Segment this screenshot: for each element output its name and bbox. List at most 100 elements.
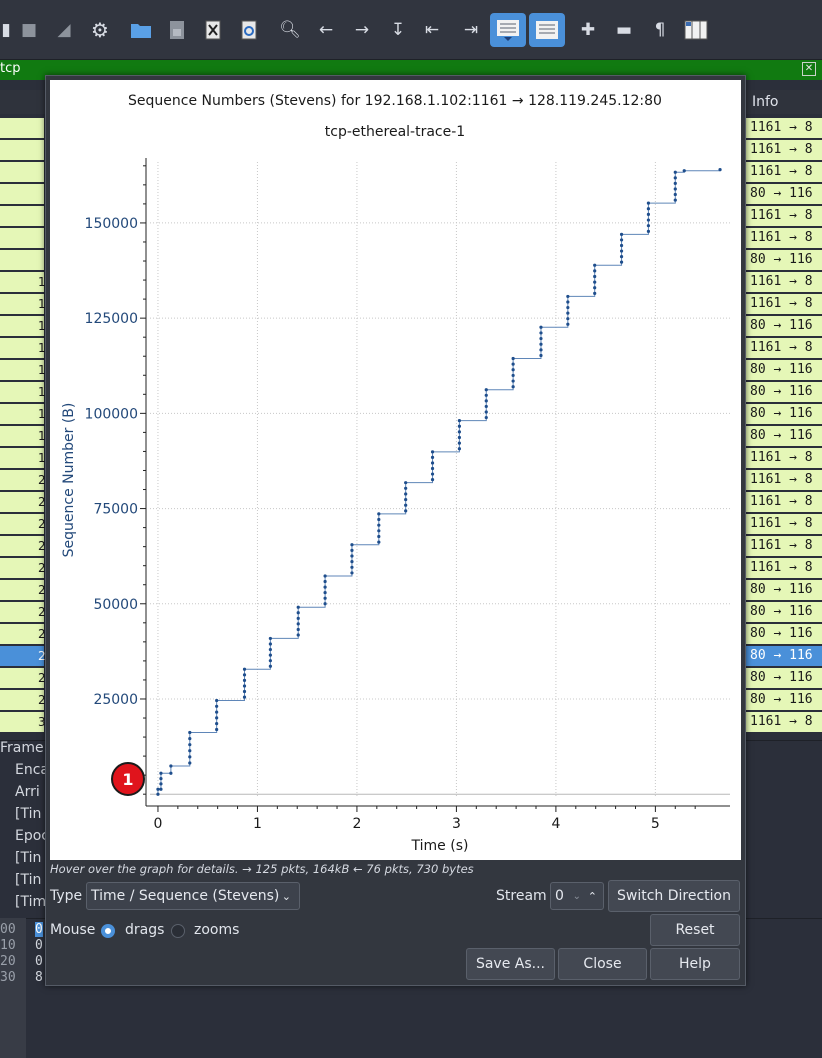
sequence-graph-plot[interactable]: Sequence Numbers (Stevens) for 192.168.1… xyxy=(50,80,741,860)
segment-point[interactable] xyxy=(593,269,597,273)
reload-file-icon[interactable] xyxy=(233,14,265,46)
detail-line[interactable]: Epoc xyxy=(15,828,49,844)
segment-point[interactable] xyxy=(539,353,543,358)
segment-point[interactable] xyxy=(511,356,515,361)
segment-point[interactable] xyxy=(323,579,327,584)
segment-point[interactable] xyxy=(268,647,272,652)
segment-point[interactable] xyxy=(619,249,624,253)
packet-row-info[interactable]: 1161 → 8 xyxy=(746,514,822,534)
last-packet-icon[interactable]: ⇥ xyxy=(455,14,487,46)
detail-line[interactable]: [Tin xyxy=(15,872,41,888)
segment-point[interactable] xyxy=(215,704,219,708)
segment-point[interactable] xyxy=(673,198,677,202)
help-button[interactable]: Help xyxy=(650,948,740,980)
segment-point[interactable] xyxy=(539,325,543,329)
normal-size-icon[interactable]: ¶ xyxy=(644,14,676,46)
segment-point[interactable] xyxy=(593,274,597,279)
stream-spinbox[interactable]: 0 ⌄ ⌃ xyxy=(550,882,604,910)
packet-row-info[interactable]: 1161 → 8 xyxy=(746,492,822,512)
segment-point[interactable] xyxy=(377,523,381,527)
zooms-radio[interactable] xyxy=(171,924,185,938)
segment-point[interactable] xyxy=(156,792,160,796)
segment-point[interactable] xyxy=(159,771,163,775)
segment-point[interactable] xyxy=(673,181,677,186)
segment-point[interactable] xyxy=(169,764,173,768)
segment-point[interactable] xyxy=(593,280,597,284)
segment-point[interactable] xyxy=(242,695,247,699)
segment-point[interactable] xyxy=(323,591,327,595)
go-to-packet-icon[interactable]: ↧ xyxy=(382,14,414,46)
segment-point[interactable] xyxy=(511,379,515,383)
spin-up-icon[interactable]: ⌃ xyxy=(588,890,597,903)
packet-row-info[interactable]: 80 → 116 xyxy=(746,580,822,600)
segment-point[interactable] xyxy=(350,548,354,552)
close-file-icon[interactable] xyxy=(197,14,229,46)
segment-point[interactable] xyxy=(484,404,488,409)
segment-point[interactable] xyxy=(430,472,435,476)
segment-point[interactable] xyxy=(350,543,354,547)
info-column-header[interactable]: Info xyxy=(752,94,779,110)
segment-point[interactable] xyxy=(268,653,272,657)
segment-point[interactable] xyxy=(619,255,624,259)
segment-point[interactable] xyxy=(430,455,435,459)
segment-point[interactable] xyxy=(430,450,435,454)
segment-point[interactable] xyxy=(511,385,515,389)
segment-point[interactable] xyxy=(350,571,354,575)
shark-fin-icon[interactable]: ◢ xyxy=(48,14,80,46)
segment-point[interactable] xyxy=(323,585,327,589)
segment-point[interactable] xyxy=(323,602,327,606)
packet-row-left[interactable] xyxy=(0,184,44,204)
zoom-out-icon[interactable]: ▬ xyxy=(608,14,640,46)
segment-point[interactable] xyxy=(242,684,247,688)
segment-point[interactable] xyxy=(296,633,300,637)
segment-point[interactable] xyxy=(404,486,408,490)
packet-row-info[interactable]: 80 → 116 xyxy=(746,690,822,710)
segment-point[interactable] xyxy=(296,611,300,615)
go-back-icon[interactable]: ← xyxy=(310,14,342,46)
segment-point[interactable] xyxy=(484,393,488,397)
segment-point[interactable] xyxy=(593,291,597,295)
reset-button[interactable]: Reset xyxy=(650,914,740,946)
segment-point[interactable] xyxy=(377,517,381,522)
packet-row-info[interactable]: 1161 → 8 xyxy=(746,294,822,314)
packet-row-info[interactable]: 80 → 116 xyxy=(746,426,822,446)
packet-row-left[interactable] xyxy=(0,228,44,248)
packet-row-info[interactable]: 80 → 116 xyxy=(746,602,822,622)
packet-row-info[interactable]: 1161 → 8 xyxy=(746,272,822,292)
packet-row-left[interactable] xyxy=(0,162,44,182)
segment-point[interactable] xyxy=(619,232,624,236)
packet-row-info[interactable]: 80 → 116 xyxy=(746,360,822,380)
segment-point[interactable] xyxy=(242,689,247,694)
segment-point[interactable] xyxy=(484,388,488,392)
packet-row-info[interactable]: 1161 → 8 xyxy=(746,228,822,248)
segment-point[interactable] xyxy=(646,201,651,205)
spin-down-icon[interactable]: ⌄ xyxy=(573,891,581,902)
segment-point[interactable] xyxy=(673,192,677,197)
segment-point[interactable] xyxy=(646,229,651,233)
segment-point[interactable] xyxy=(457,430,461,434)
segment-point[interactable] xyxy=(296,616,300,620)
packet-row-left[interactable] xyxy=(0,206,44,226)
segment-point[interactable] xyxy=(457,447,461,451)
packet-row-info[interactable]: 80 → 116 xyxy=(746,624,822,644)
segment-point[interactable] xyxy=(484,415,488,420)
segment-point[interactable] xyxy=(539,348,543,352)
packet-row-info[interactable]: 1161 → 8 xyxy=(746,140,822,160)
segment-point[interactable] xyxy=(619,260,624,264)
packet-row-left[interactable] xyxy=(0,250,44,270)
segment-point[interactable] xyxy=(296,622,300,626)
segment-point[interactable] xyxy=(242,673,247,677)
capture-options-gear-icon[interactable]: ⚙ xyxy=(84,14,116,46)
segment-point[interactable] xyxy=(646,212,651,217)
segment-point[interactable] xyxy=(188,755,192,759)
segment-point[interactable] xyxy=(377,512,381,516)
frame-tree-item[interactable]: Frame xyxy=(0,740,44,756)
clear-filter-icon[interactable]: ✕ xyxy=(802,62,816,76)
segment-point[interactable] xyxy=(430,461,435,465)
packet-row-info[interactable]: 80 → 116 xyxy=(746,184,822,204)
segment-point[interactable] xyxy=(673,187,677,191)
segment-point[interactable] xyxy=(511,362,515,366)
segment-point[interactable] xyxy=(377,529,381,533)
segment-point[interactable] xyxy=(169,771,173,775)
find-packet-icon[interactable]: 🔍︎ xyxy=(274,14,306,46)
